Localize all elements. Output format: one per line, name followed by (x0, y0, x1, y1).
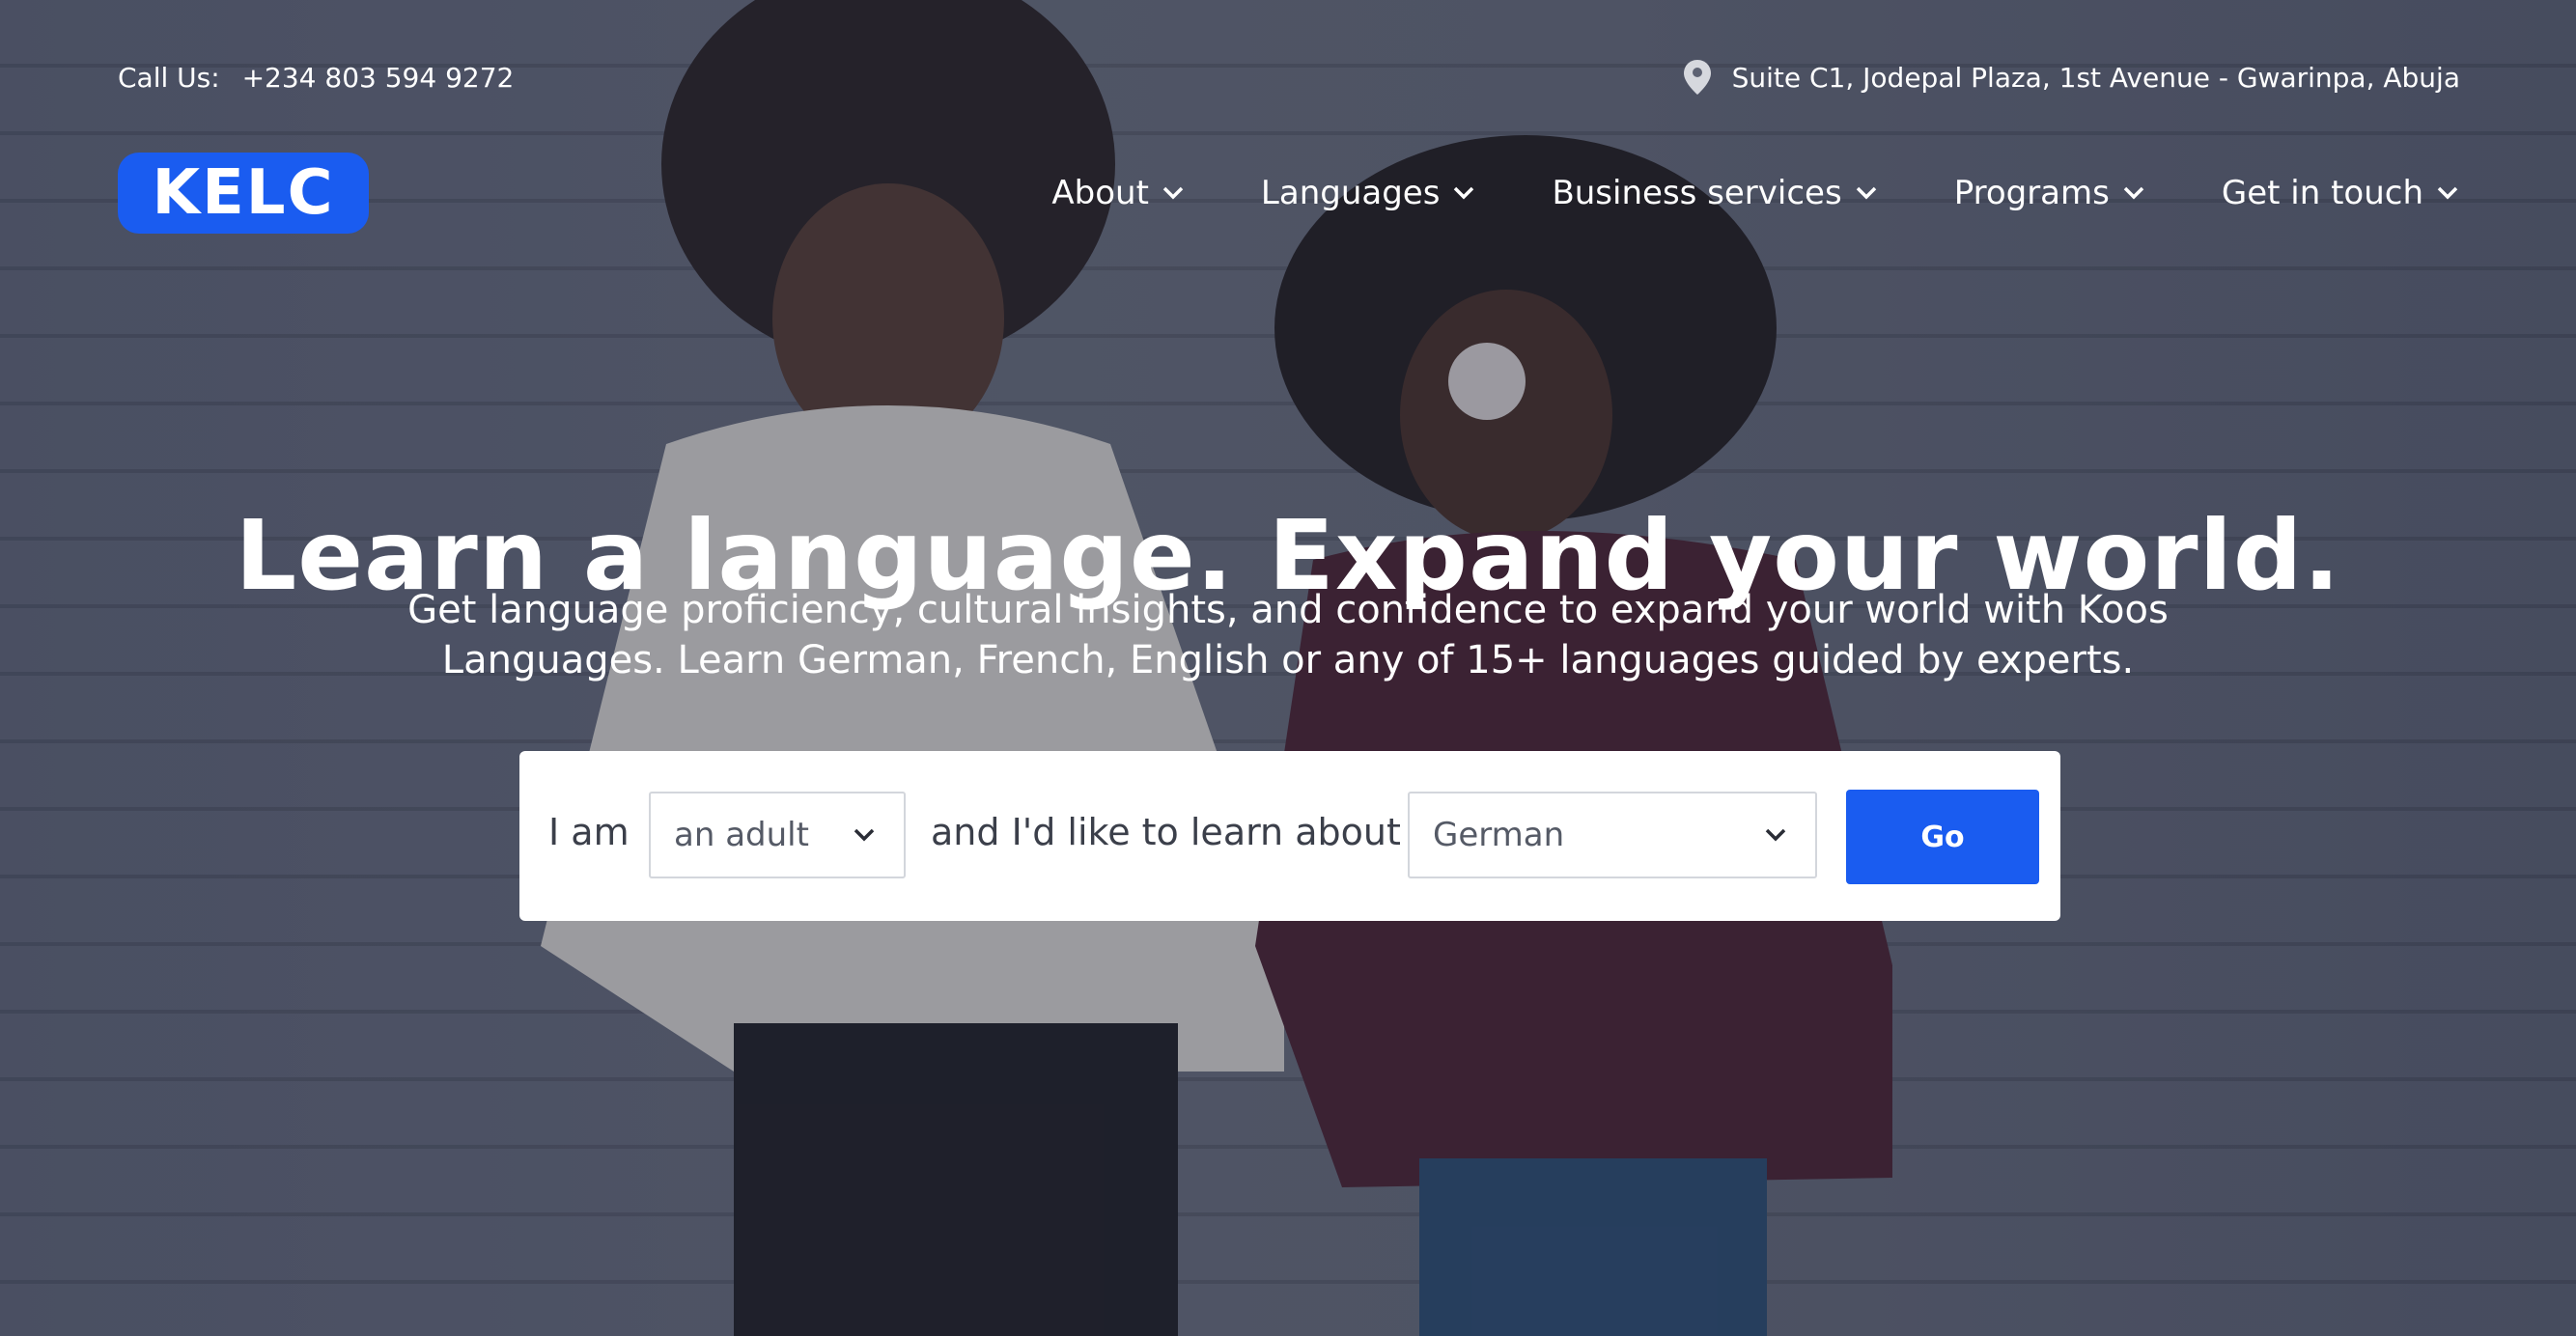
hero-subtext-line: Languages. Learn German, French, English… (441, 638, 2135, 682)
main-navigation: About Languages Business services Progra… (974, 174, 2458, 212)
finder-prefix-label: I am (548, 811, 630, 853)
chevron-down-icon (1454, 186, 1474, 200)
chevron-down-icon (1765, 828, 1786, 842)
nav-item-label: Business services (1552, 174, 1842, 212)
hero-section: Call Us: +234 803 594 9272 Suite C1, Jod… (0, 0, 2576, 1336)
audience-select-value: an adult (674, 816, 809, 854)
chevron-down-icon (1162, 186, 1184, 200)
kelc-logo[interactable]: KELC (118, 153, 369, 234)
language-select[interactable]: German (1408, 792, 1817, 878)
nav-item-languages[interactable]: Languages (1261, 174, 1475, 212)
chevron-down-icon (2123, 186, 2144, 200)
finder-middle-label: and I'd like to learn about (931, 811, 1401, 853)
nav-item-programs[interactable]: Programs (1954, 174, 2144, 212)
nav-item-label: Get in touch (2221, 174, 2423, 212)
nav-item-label: Programs (1953, 174, 2110, 212)
call-us-label: Call Us: (118, 62, 220, 94)
nav-item-get-in-touch[interactable]: Get in touch (2222, 174, 2458, 212)
go-button[interactable]: Go (1846, 790, 2039, 884)
nav-item-label: About (1051, 174, 1149, 212)
nav-item-business-services[interactable]: Business services (1552, 174, 1876, 212)
hero-subtext-line: Get language proficiency, cultural insig… (407, 588, 2169, 632)
audience-select[interactable]: an adult (649, 792, 906, 878)
nav-item-label: Languages (1260, 174, 1441, 212)
chevron-down-icon (1856, 186, 1876, 200)
address-text: Suite C1, Jodepal Plaza, 1st Avenue - Gw… (1731, 61, 2460, 94)
hero-subtext: Get language proficiency, cultural insig… (367, 585, 2209, 685)
phone-number[interactable]: +234 803 594 9272 (242, 62, 515, 94)
chevron-down-icon (854, 828, 875, 842)
chevron-down-icon (2437, 186, 2458, 200)
nav-item-about[interactable]: About (1051, 174, 1184, 212)
address: Suite C1, Jodepal Plaza, 1st Avenue - Gw… (1683, 60, 2460, 95)
language-select-value: German (1433, 816, 1565, 854)
course-finder: I am an adult and I'd like to learn abou… (519, 751, 2060, 921)
call-us: Call Us: +234 803 594 9272 (118, 62, 514, 94)
map-pin-icon (1683, 60, 1711, 95)
top-info-bar: Call Us: +234 803 594 9272 Suite C1, Jod… (0, 58, 2576, 100)
